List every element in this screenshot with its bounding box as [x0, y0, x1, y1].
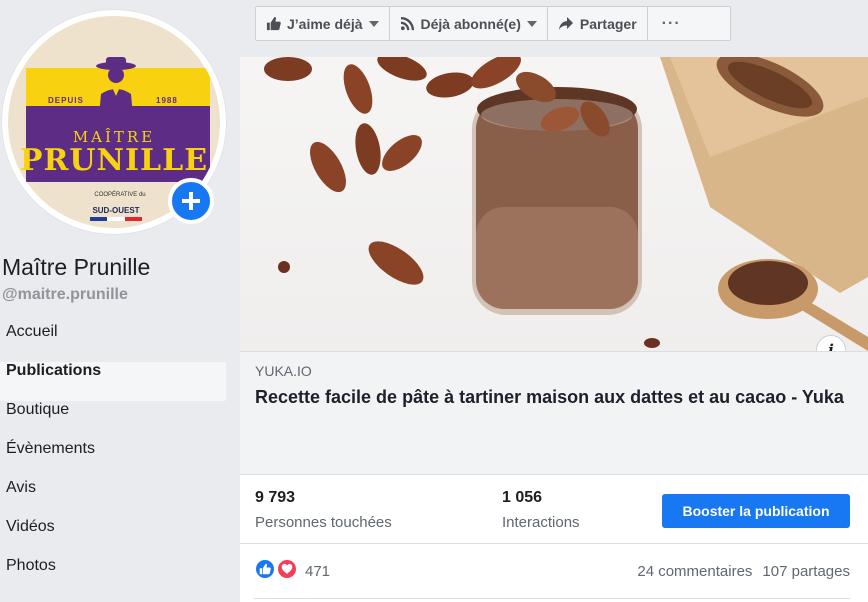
- nav-item-evenements[interactable]: Évènements: [0, 440, 226, 479]
- rss-icon: [400, 16, 415, 31]
- reach-label: Personnes touchées: [255, 514, 392, 531]
- logo-prunille: PRUNILLE: [19, 143, 209, 178]
- thumbs-up-icon: [266, 16, 281, 31]
- engagement-links: 24 commentaires 107 partages: [637, 563, 850, 580]
- chevron-down-icon: [368, 20, 379, 27]
- reaction-count[interactable]: 471: [305, 563, 330, 580]
- like-page-button[interactable]: J’aime déjà: [256, 7, 390, 40]
- share-page-label: Partager: [579, 15, 637, 32]
- spread-jar-photo: [264, 57, 868, 351]
- page-action-bar: J’aime déjà Déjà abonné(e) Partager ···: [255, 6, 731, 41]
- french-flag-icon: [90, 217, 142, 221]
- farmer-mascot-icon: [96, 57, 136, 128]
- follow-page-label: Déjà abonné(e): [420, 15, 521, 32]
- logo-year: 1988: [156, 96, 178, 105]
- link-preview[interactable]: YUKA.IO Recette facile de pâte à tartine…: [240, 351, 868, 475]
- post-card: i YUKA.IO Recette facile de pâte à tarti…: [240, 57, 868, 602]
- page-nav: Accueil Publications Boutique Évènements…: [0, 323, 226, 596]
- reactions-bar: 471 24 commentaires 107 partages: [240, 545, 868, 595]
- nav-item-photos[interactable]: Photos: [0, 557, 226, 596]
- share-page-button[interactable]: Partager: [548, 7, 648, 40]
- nav-item-accueil[interactable]: Accueil: [0, 323, 226, 362]
- like-page-label: J’aime déjà: [287, 15, 363, 32]
- shares-count-link[interactable]: 107 partages: [762, 563, 850, 580]
- comments-count-link[interactable]: 24 commentaires: [637, 563, 752, 580]
- share-arrow-icon: [558, 16, 574, 31]
- nav-item-videos[interactable]: Vidéos: [0, 518, 226, 557]
- link-title[interactable]: Recette facile de pâte à tartiner maison…: [255, 385, 855, 410]
- logo-depuis: DEPUIS: [48, 96, 84, 105]
- info-icon: i: [828, 341, 834, 351]
- logo-sud-ouest: SUD-OUEST: [92, 206, 140, 215]
- nav-item-publications[interactable]: Publications: [0, 362, 226, 401]
- add-story-button[interactable]: [168, 178, 214, 224]
- follow-page-button[interactable]: Déjà abonné(e): [390, 7, 548, 40]
- more-dots-icon: ···: [661, 14, 681, 32]
- divider: [254, 598, 850, 599]
- nav-item-avis[interactable]: Avis: [0, 479, 226, 518]
- plus-icon: [182, 192, 200, 210]
- logo-cooperative: COOPÉRATIVE du: [94, 192, 146, 198]
- nav-item-boutique[interactable]: Boutique: [0, 401, 226, 440]
- post-link-image[interactable]: i: [240, 57, 868, 351]
- page-title[interactable]: Maître Prunille: [2, 254, 150, 281]
- more-options-button[interactable]: ···: [648, 7, 695, 40]
- engagement-count: 1 056: [502, 489, 543, 506]
- post-insights: 9 793 Personnes touchées 1 056 Interacti…: [240, 476, 868, 544]
- reach-count: 9 793: [255, 489, 296, 506]
- love-reaction-icon[interactable]: [276, 558, 298, 580]
- boost-post-button[interactable]: Booster la publication: [662, 494, 850, 528]
- engagement-label: Interactions: [502, 514, 580, 531]
- like-reaction-icon[interactable]: [254, 558, 276, 580]
- link-domain: YUKA.IO: [255, 363, 312, 379]
- left-column: DEPUIS 1988 MAÎTRE PRUNILLE COOPÉRATIVE …: [0, 0, 240, 602]
- page-handle[interactable]: @maitre.prunille: [2, 286, 128, 304]
- chevron-down-icon: [526, 20, 537, 27]
